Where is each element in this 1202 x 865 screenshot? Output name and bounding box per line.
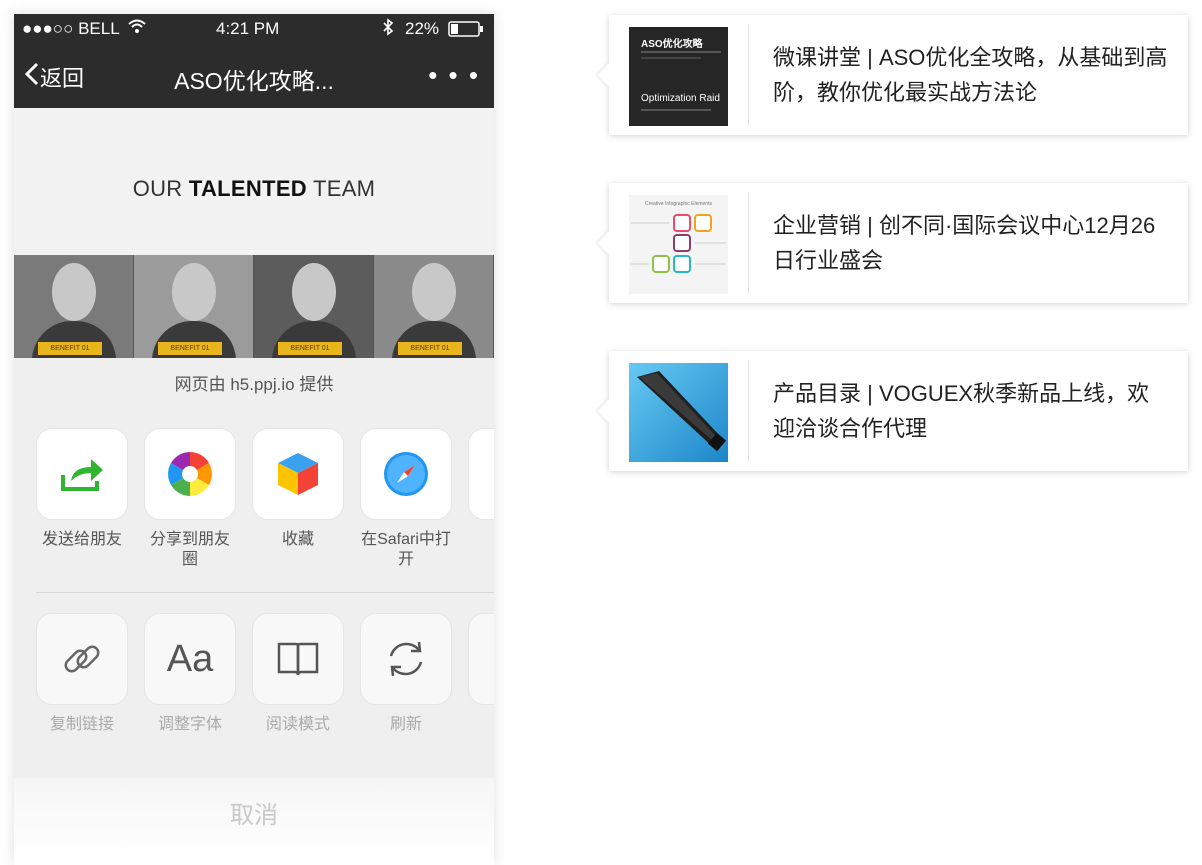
status-bar: ●●●○○ BELL 4:21 PM 22%: [14, 14, 494, 44]
styler-product-icon: [637, 371, 727, 452]
article-title: 产品目录 | VOGUEX秋季新品上线，欢迎洽谈合作代理: [773, 381, 1150, 441]
provider-label: 网页由 h5.ppj.io 提供: [174, 375, 334, 394]
team-heading: OUR TALENTED TEAM: [14, 176, 494, 202]
divider: [748, 25, 749, 125]
partial-tile-icon: [468, 428, 494, 520]
wifi-icon: [127, 18, 147, 39]
battery-icon: [448, 21, 484, 42]
partial-tile-icon: [468, 613, 494, 705]
cancel-button[interactable]: 取消: [14, 778, 494, 865]
share-sheet: 网页由 h5.ppj.io 提供 发送给朋友 分享到朋友圈 收藏 在Safari…: [14, 358, 494, 865]
link-icon: [36, 613, 128, 705]
thumb-subtitle: Optimization Raid: [641, 93, 720, 104]
photo-tag: BENEFIT 01: [398, 342, 462, 355]
more-menu-button[interactable]: • • •: [428, 60, 480, 91]
article-card[interactable]: Creative Infographic Elements 企业营销 | 创不同…: [609, 183, 1188, 303]
action-label: 分享到朋友圈: [149, 531, 230, 568]
heading-prefix: OUR: [132, 176, 189, 201]
team-photo: BENEFIT 01: [14, 255, 134, 358]
thumb-title: ASO优化攻略: [641, 39, 703, 50]
favorite-cube-icon: [252, 428, 344, 520]
more-share-button[interactable]: [468, 428, 494, 520]
send-to-friend-button[interactable]: 发送给朋友: [36, 428, 128, 550]
share-moments-button[interactable]: 分享到朋友圈: [144, 428, 236, 570]
article-thumbnail: Creative Infographic Elements: [629, 195, 728, 294]
action-label: 阅读模式: [265, 716, 330, 733]
copy-link-button[interactable]: 复制链接: [36, 613, 128, 735]
article-title: 微课讲堂 | ASO优化全攻略，从基础到高阶，教你优化最实战方法论: [773, 45, 1168, 105]
article-title: 企业营销 | 创不同·国际会议中心12月26日行业盛会: [773, 213, 1156, 273]
divider: [748, 361, 749, 461]
safari-compass-icon: [360, 428, 452, 520]
action-label: 复制链接: [49, 716, 114, 733]
heading-suffix: TEAM: [306, 176, 376, 201]
phone-screen: ●●●○○ BELL 4:21 PM 22% 返回 ASO优化攻略... • •…: [14, 14, 494, 865]
refresh-button[interactable]: 刷新: [360, 613, 452, 735]
page-title: ASO优化攻略...: [174, 68, 334, 94]
moments-icon: [144, 428, 236, 520]
more-tool-button[interactable]: [468, 613, 494, 705]
team-photo: BENEFIT 01: [254, 255, 374, 358]
reading-mode-button[interactable]: 阅读模式: [252, 613, 344, 735]
heading-bold: TALENTED: [188, 176, 307, 201]
action-label: 收藏: [281, 531, 314, 548]
bluetooth-icon: [382, 18, 394, 41]
action-label: 发送给朋友: [41, 531, 122, 548]
divider: [748, 193, 749, 293]
action-label: 刷新: [389, 716, 422, 733]
adjust-font-button[interactable]: Aa 调整字体: [144, 613, 236, 735]
article-card[interactable]: ASO优化攻略 Optimization Raid 微课讲堂 | ASO优化全攻…: [609, 15, 1188, 135]
favorite-button[interactable]: 收藏: [252, 428, 344, 550]
refresh-icon: [360, 613, 452, 705]
book-icon: [252, 613, 344, 705]
team-photos: BENEFIT 01 BENEFIT 01 BENEFIT 01 BENEFIT…: [14, 255, 494, 358]
photo-tag: BENEFIT 01: [278, 342, 342, 355]
article-thumbnail: [629, 363, 728, 462]
team-photo: BENEFIT 01: [374, 255, 494, 358]
time-label: 4:21 PM: [216, 19, 280, 38]
team-photo: BENEFIT 01: [134, 255, 254, 358]
divider: [36, 592, 494, 593]
action-label: 调整字体: [157, 716, 222, 733]
font-icon: Aa: [144, 613, 236, 705]
open-in-safari-button[interactable]: 在Safari中打开: [360, 428, 452, 570]
photo-tag: BENEFIT 01: [38, 342, 102, 355]
battery-percent: 22%: [405, 19, 440, 38]
font-glyph: Aa: [166, 637, 214, 680]
article-thumbnail: ASO优化攻略 Optimization Raid: [629, 27, 728, 126]
photo-tag: BENEFIT 01: [158, 342, 222, 355]
action-label: 在Safari中打开: [361, 531, 451, 568]
carrier-label: ●●●○○ BELL: [22, 19, 120, 38]
nav-bar: 返回 ASO优化攻略... • • •: [14, 44, 494, 108]
web-content[interactable]: OUR TALENTED TEAM BENEFIT 01 BENEFIT 01 …: [14, 108, 494, 358]
infographic-icon: [631, 214, 726, 273]
article-card[interactable]: 产品目录 | VOGUEX秋季新品上线，欢迎洽谈合作代理: [609, 351, 1188, 471]
send-to-friend-icon: [36, 428, 128, 520]
